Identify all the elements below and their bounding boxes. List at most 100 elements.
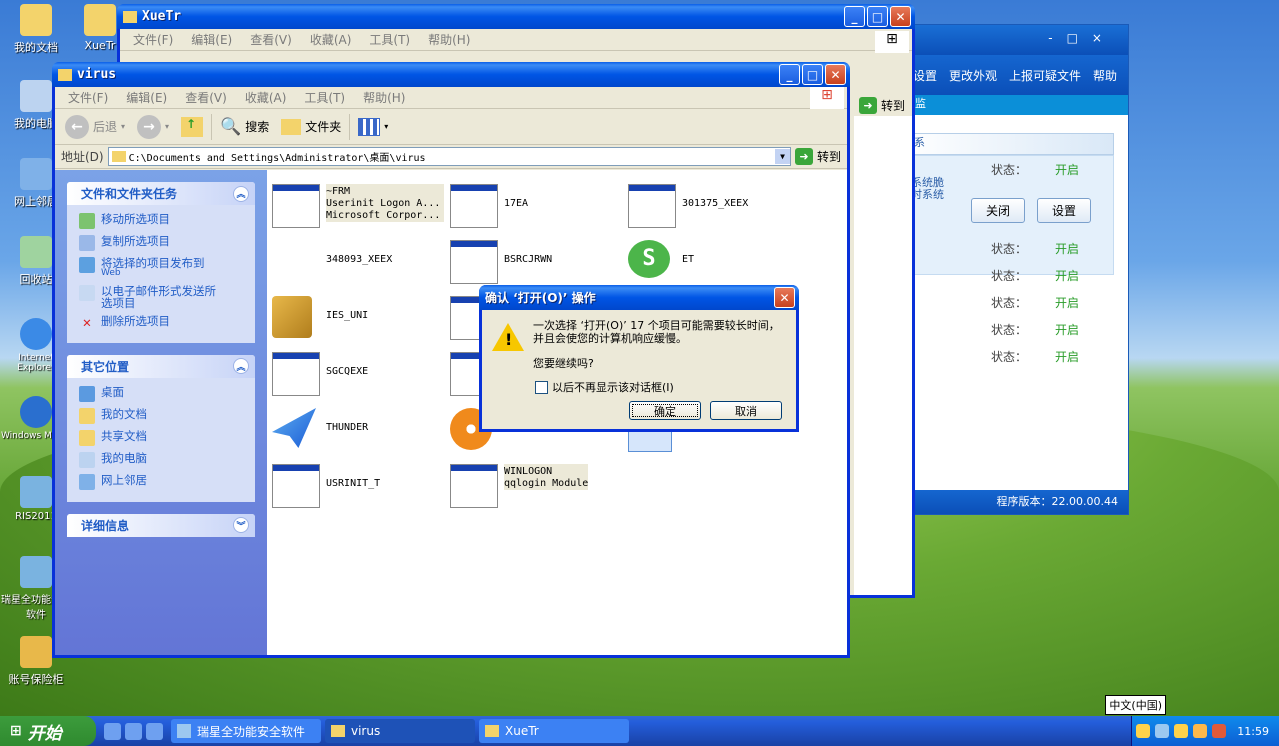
show-desktop-icon[interactable] [146, 722, 163, 740]
chevron-up-icon[interactable]: ︽ [233, 185, 249, 202]
xuetr-go-button[interactable]: ➜ 转到 [859, 97, 905, 114]
forward-button[interactable]: → ▾ [133, 113, 173, 141]
task-delete[interactable]: ✕ 删除所选项目 [79, 315, 245, 331]
file-tasks-header[interactable]: 文件和文件夹任务 ︽ [67, 182, 255, 205]
folder-icon [84, 4, 116, 36]
desktop-icon-my-documents[interactable]: 我的文档 [0, 4, 72, 55]
menu-favorites[interactable]: 收藏(A) [301, 31, 361, 48]
file-item[interactable]: WINLOGON qqlogin Module [450, 464, 589, 508]
clock[interactable]: 11:59 [1237, 725, 1269, 738]
chevron-down-icon[interactable]: ︾ [233, 517, 249, 534]
dialog-message: 一次选择 ‘打开(O)’ 17 个项目可能需要较长时间，并且会使您的计算机响应缓… [533, 319, 780, 345]
menu-help[interactable]: 帮助 [1093, 67, 1117, 84]
up-folder-button[interactable]: ↑ [177, 115, 207, 139]
menu-favorites[interactable]: 收藏(A) [236, 89, 296, 106]
maximize-button[interactable]: □ [802, 64, 823, 85]
rising-lion-icon [20, 556, 52, 588]
chevron-down-icon[interactable]: ▼ [774, 149, 790, 164]
menu-edit[interactable]: 编辑(E) [117, 89, 176, 106]
computer-icon [20, 80, 52, 112]
go-button[interactable]: ➜ 转到 [794, 148, 841, 165]
publish-web-icon [79, 257, 95, 273]
task-move[interactable]: 移动所选项目 [79, 213, 245, 229]
menu-settings[interactable]: 设置 [913, 67, 937, 84]
application-icon [450, 464, 498, 508]
details-header[interactable]: 详细信息 ︾ [67, 513, 255, 537]
menu-view[interactable]: 查看(V) [176, 89, 236, 106]
folders-button[interactable]: 文件夹 [277, 116, 345, 137]
file-item[interactable]: IES_UNI [272, 296, 368, 340]
tray-icon[interactable] [1174, 724, 1189, 738]
file-item[interactable]: BSRCJRWN [450, 240, 552, 284]
start-button[interactable]: ⊞ 开始 [0, 716, 96, 746]
close-button[interactable]: ✕ [774, 287, 795, 308]
tray-rising-icon[interactable] [1155, 724, 1170, 738]
menu-file[interactable]: 文件(F) [124, 31, 182, 48]
quick-launch [104, 722, 163, 740]
minimize-button[interactable]: _ [844, 6, 865, 27]
file-item[interactable]: SGCQEXE [272, 352, 368, 396]
file-item[interactable]: USRINIT_T [272, 464, 380, 508]
taskbar-button-xuetr[interactable]: XueTr [479, 719, 629, 743]
place-my-documents[interactable]: 我的文档 [79, 408, 245, 424]
file-item[interactable]: 17EA [450, 184, 528, 228]
place-my-computer[interactable]: 我的电脑 [79, 452, 245, 468]
menu-help[interactable]: 帮助(H) [419, 31, 479, 48]
chevron-up-icon[interactable]: ︽ [233, 358, 249, 375]
views-button[interactable]: ▾ [354, 116, 392, 138]
task-copy[interactable]: 复制所选项目 [79, 235, 245, 251]
menu-appearance[interactable]: 更改外观 [949, 67, 997, 84]
rising-icon[interactable] [125, 722, 142, 740]
close-protection-button[interactable]: 关闭 [971, 198, 1025, 223]
rising-lion-icon [20, 476, 52, 508]
dialog-titlebar: 确认 ‘打开(O)’ 操作 ✕ [479, 285, 799, 310]
tray-icon[interactable] [1136, 724, 1151, 738]
views-icon [358, 117, 381, 136]
taskbar-button-virus[interactable]: virus [325, 719, 475, 743]
back-button[interactable]: ← 后退 ▾ [61, 113, 129, 141]
forward-arrow-icon: → [137, 114, 162, 139]
ok-button[interactable]: 确定 [629, 401, 701, 420]
file-item[interactable]: THUNDER [272, 408, 368, 452]
menu-edit[interactable]: 编辑(E) [182, 31, 241, 48]
ime-indicator[interactable]: 中文(中国) [1105, 695, 1166, 715]
ie-icon[interactable] [104, 722, 121, 740]
tray-icon[interactable] [1212, 724, 1227, 738]
file-item[interactable]: ~FRM Userinit Logon A... Microsoft Corpor.… [272, 184, 444, 228]
file-item[interactable]: 301375_XEEX [628, 184, 748, 228]
maximize-button[interactable]: □ [867, 6, 888, 27]
explorer-menubar: 文件(F) 编辑(E) 查看(V) 收藏(A) 工具(T) 帮助(H) [55, 87, 847, 109]
antivirus-group-header: 系 [901, 133, 1114, 155]
task-publish-web[interactable]: 将选择的项目发布到 Web [79, 257, 245, 279]
place-network[interactable]: 网上邻居 [79, 474, 245, 490]
antivirus-window-controls[interactable]: -□× [1048, 31, 1116, 45]
menu-help[interactable]: 帮助(H) [354, 89, 414, 106]
task-email[interactable]: 以电子邮件形式发送所 选项目 [79, 284, 245, 309]
settings-button[interactable]: 设置 [1037, 198, 1091, 223]
other-places-header[interactable]: 其它位置 ︽ [67, 354, 255, 378]
search-button[interactable]: 🔍 搜索 [216, 115, 273, 139]
cancel-button[interactable]: 取消 [710, 401, 782, 420]
file-item[interactable]: S ET [628, 240, 694, 284]
taskbar-button-rising[interactable]: 瑞星全功能安全软件 [171, 719, 321, 743]
folder-icon [20, 4, 52, 36]
minimize-button[interactable]: _ [779, 64, 800, 85]
menu-view[interactable]: 查看(V) [241, 31, 301, 48]
menu-tools[interactable]: 工具(T) [360, 31, 419, 48]
close-button[interactable]: ✕ [890, 6, 911, 27]
dont-show-checkbox-row[interactable]: 以后不再显示该对话框(I) [535, 379, 674, 395]
dont-show-checkbox[interactable] [535, 380, 548, 394]
close-button[interactable]: ✕ [825, 64, 846, 85]
xuetr-menubar: 文件(F) 编辑(E) 查看(V) 收藏(A) 工具(T) 帮助(H) [120, 29, 912, 51]
tray-icon[interactable] [1193, 724, 1208, 738]
place-shared-documents[interactable]: 共享文档 [79, 430, 245, 446]
documents-folder-icon [79, 407, 95, 424]
menu-tools[interactable]: 工具(T) [295, 89, 354, 106]
explorer-titlebar: virus _ □ ✕ [52, 62, 850, 87]
file-item[interactable]: 348093_XEEX [272, 240, 392, 284]
thunder-bird-icon [272, 408, 320, 452]
menu-report[interactable]: 上报可疑文件 [1009, 67, 1081, 84]
menu-file[interactable]: 文件(F) [59, 89, 117, 106]
place-desktop[interactable]: 桌面 [79, 386, 245, 402]
address-input[interactable]: C:\Documents and Settings\Administrator\… [107, 147, 791, 166]
